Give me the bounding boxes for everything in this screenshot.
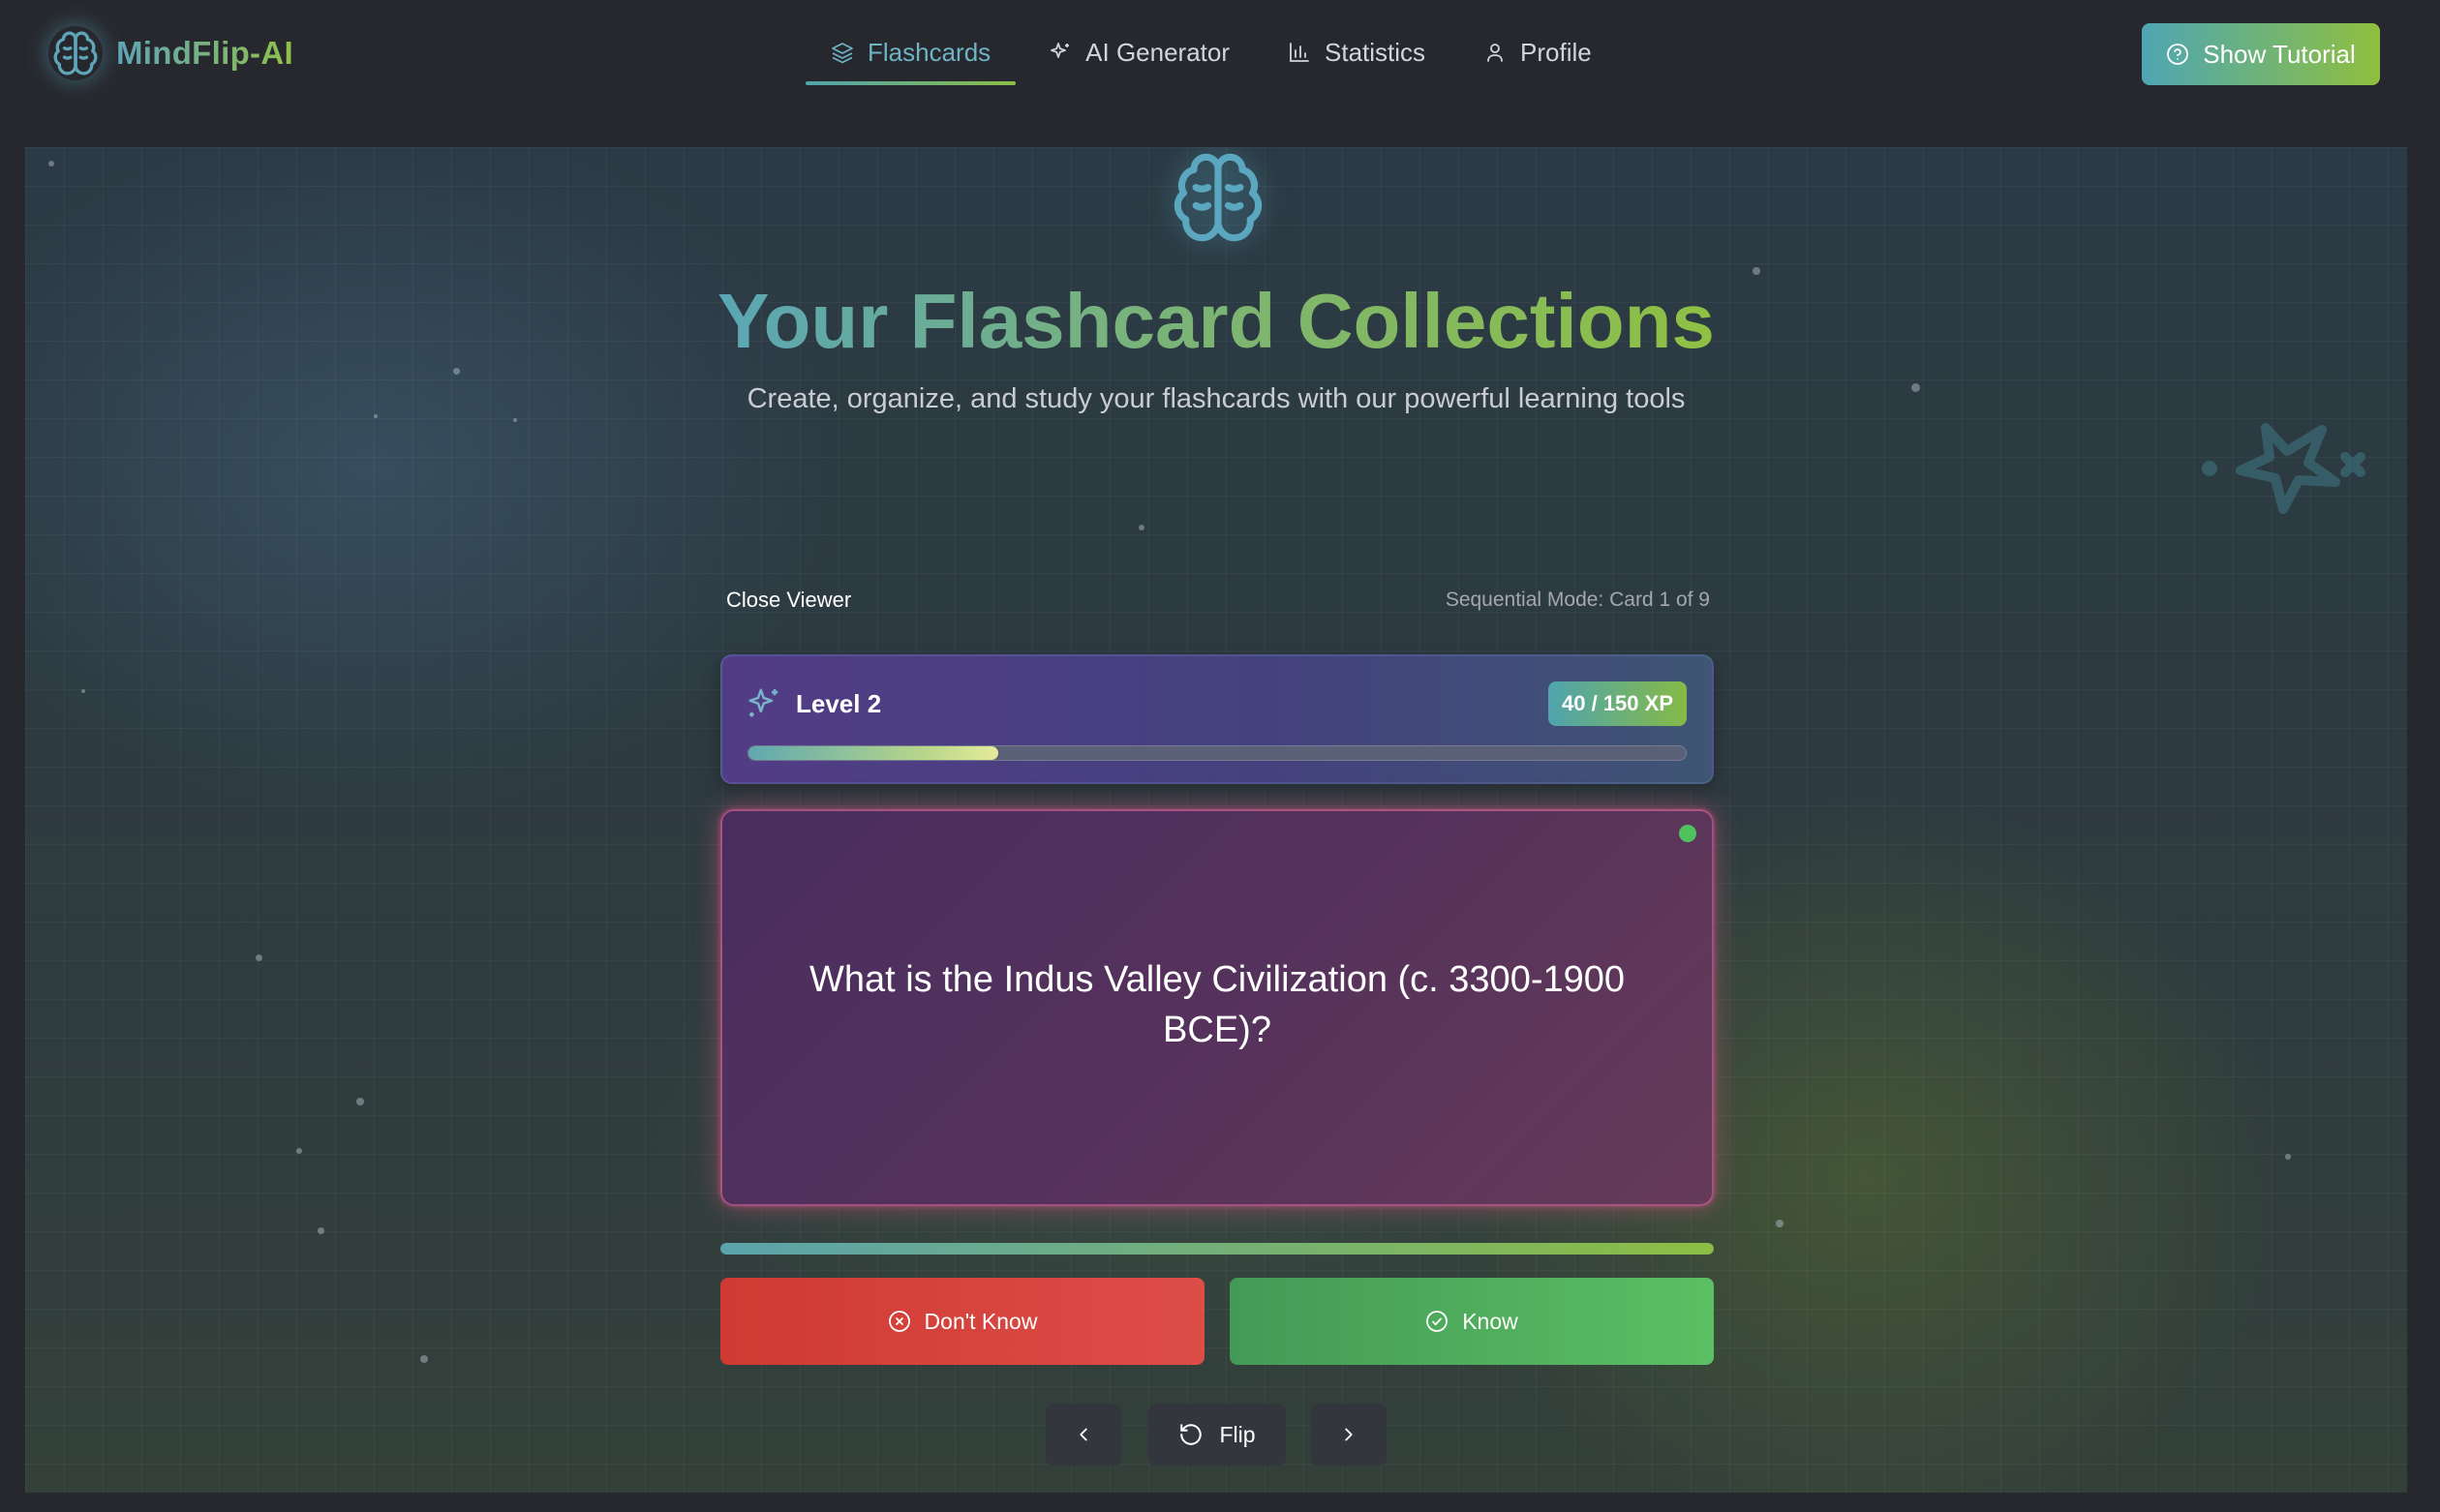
sparkle-decoration-icon bbox=[2190, 401, 2384, 536]
show-tutorial-button[interactable]: Show Tutorial bbox=[2142, 23, 2380, 85]
page-subtitle: Create, organize, and study your flashca… bbox=[747, 383, 1686, 414]
nav-flashcards-label: Flashcards bbox=[868, 37, 991, 67]
nav-statistics-label: Statistics bbox=[1325, 37, 1426, 67]
background-dot bbox=[81, 689, 85, 693]
bar-chart-icon bbox=[1288, 41, 1311, 64]
flashcards-page: Your Flashcard Collections Create, organ… bbox=[25, 147, 2407, 1493]
previous-card-button[interactable] bbox=[1046, 1404, 1121, 1466]
check-circle-icon bbox=[1425, 1310, 1449, 1333]
know-label: Know bbox=[1462, 1308, 1518, 1334]
show-tutorial-label: Show Tutorial bbox=[2203, 39, 2356, 69]
level-xp-panel: Level 2 40 / 150 XP bbox=[720, 654, 1714, 784]
flashcard[interactable]: What is the Indus Valley Civilization (c… bbox=[720, 809, 1714, 1206]
background-dot bbox=[318, 1227, 324, 1234]
viewer-header: Close Viewer Sequential Mode: Card 1 of … bbox=[713, 579, 1710, 621]
background-dot bbox=[453, 368, 460, 375]
help-circle-icon bbox=[2166, 43, 2189, 66]
flip-label: Flip bbox=[1219, 1421, 1256, 1447]
background-dot bbox=[356, 1098, 364, 1105]
background-dot bbox=[1776, 1220, 1784, 1227]
next-card-button[interactable] bbox=[1311, 1404, 1387, 1466]
rotate-ccw-icon bbox=[1178, 1422, 1204, 1447]
chevron-left-icon bbox=[1073, 1424, 1094, 1445]
sparkles-icon bbox=[1049, 41, 1072, 64]
xp-badge: 40 / 150 XP bbox=[1548, 681, 1687, 726]
nav-profile-label: Profile bbox=[1520, 37, 1592, 67]
nav-flashcards[interactable]: Flashcards bbox=[806, 19, 1017, 85]
brain-logo-icon bbox=[48, 26, 103, 80]
nav-ai-generator[interactable]: AI Generator bbox=[1023, 19, 1255, 85]
background-dot bbox=[296, 1148, 302, 1154]
chevron-right-icon bbox=[1338, 1424, 1359, 1445]
card-question: What is the Indus Valley Civilization (c… bbox=[808, 959, 1626, 1050]
know-button[interactable]: Know bbox=[1230, 1278, 1714, 1365]
x-circle-icon bbox=[888, 1310, 911, 1333]
card-status-indicator bbox=[1679, 825, 1696, 842]
sequential-mode-indicator: Sequential Mode: Card 1 of 9 bbox=[1445, 589, 1710, 611]
level-label: Level 2 bbox=[796, 688, 882, 718]
brand[interactable]: MindFlip-AI bbox=[48, 25, 293, 81]
nav-profile[interactable]: Profile bbox=[1458, 19, 1617, 85]
background-dot bbox=[1753, 267, 1760, 275]
background-dot bbox=[513, 418, 517, 422]
main-nav: Flashcards AI Generator Statistics Profi… bbox=[806, 19, 1617, 85]
session-progress-fill bbox=[720, 1243, 1714, 1255]
top-navbar: MindFlip-AI Flashcards AI Generator Stat… bbox=[0, 0, 2440, 108]
background-dot bbox=[2285, 1154, 2291, 1160]
dont-know-label: Don't Know bbox=[924, 1308, 1038, 1334]
background-dot bbox=[420, 1355, 428, 1363]
close-viewer-button[interactable]: Close Viewer bbox=[713, 588, 851, 613]
nav-ai-generator-label: AI Generator bbox=[1085, 37, 1231, 67]
flip-card-button[interactable]: Flip bbox=[1148, 1404, 1286, 1466]
background-dot bbox=[256, 954, 262, 961]
dont-know-button[interactable]: Don't Know bbox=[720, 1278, 1205, 1365]
xp-progress-bar bbox=[747, 745, 1687, 761]
background-dot bbox=[48, 161, 54, 166]
layers-icon bbox=[831, 41, 854, 64]
background-dot bbox=[1139, 525, 1144, 530]
page-title: Your Flashcard Collections bbox=[717, 278, 1715, 364]
user-icon bbox=[1483, 41, 1507, 64]
brain-hero-icon bbox=[1170, 147, 1266, 248]
brand-name: MindFlip-AI bbox=[116, 35, 293, 71]
sparkles-icon bbox=[746, 685, 782, 722]
nav-statistics[interactable]: Statistics bbox=[1263, 19, 1450, 85]
session-progress-bar bbox=[720, 1243, 1714, 1255]
xp-progress-fill bbox=[748, 746, 999, 760]
level-label-group: Level 2 bbox=[746, 685, 881, 722]
